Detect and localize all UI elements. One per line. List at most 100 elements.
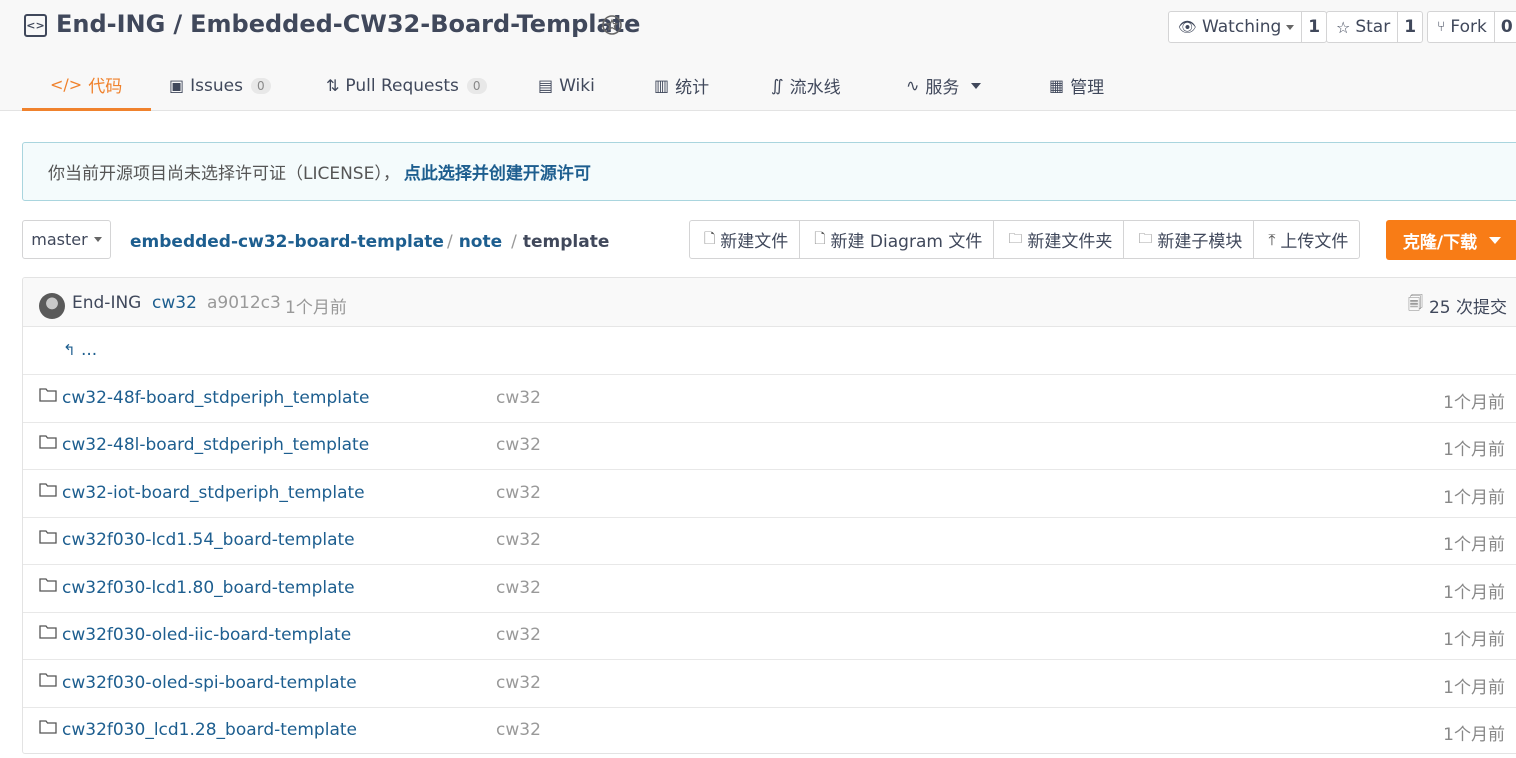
folder-name-link[interactable]: cw32-48l-board_stdperiph_template <box>62 435 369 455</box>
chevron-down-icon <box>1489 236 1502 244</box>
tab-label: 管理 <box>1070 78 1105 98</box>
tab-manage[interactable]: ▦ 管理 <box>1049 60 1104 111</box>
tab-label: Wiki <box>559 75 595 96</box>
folder-icon <box>39 435 57 449</box>
eye-icon: 👁 <box>1178 18 1198 36</box>
repo-header: <> End-ING / Embedded-CW32-Board-Template … <box>0 0 1516 111</box>
breadcrumb: embedded-cw32-board-template / note / templa… <box>130 232 609 252</box>
upload-icon: ⤒ <box>1268 229 1276 249</box>
table-row[interactable]: cw32-iot-board_stdperiph_template cw32 1… <box>23 470 1516 518</box>
commit-message-link[interactable]: cw32 <box>496 720 541 740</box>
table-row[interactable]: cw32f030_lcd1.28_board-template cw32 1个月… <box>23 707 1516 753</box>
settings-doc-icon: ▦ <box>1049 76 1065 95</box>
tab-issues[interactable]: ▣ Issues 0 <box>169 60 271 111</box>
chevron-down-icon <box>93 237 102 242</box>
commit-message-link[interactable]: cw32 <box>496 673 541 693</box>
new-diagram-button[interactable]: 🗋 新建 Diagram 文件 <box>799 221 993 258</box>
commit-message-link[interactable]: cw32 <box>152 293 197 313</box>
new-submodule-button[interactable]: 🗀 新建子模块 <box>1123 221 1253 258</box>
breadcrumb-repo-link[interactable]: embedded-cw32-board-template <box>130 232 444 252</box>
latest-commit-bar: End-ING cw32 a9012c3 1个月前 🗐 25 次提交 <box>23 278 1516 327</box>
breadcrumb-separator: / <box>446 232 453 252</box>
table-row[interactable]: cw32-48l-board_stdperiph_template cw32 1… <box>23 422 1516 470</box>
fork-icon: ⑂ <box>1437 19 1446 35</box>
commit-sha-link[interactable]: a9012c3 <box>207 293 281 313</box>
star-count[interactable]: 1 <box>1397 12 1422 42</box>
folder-name-link[interactable]: cw32f030-lcd1.54_board-template <box>62 530 355 550</box>
tab-code[interactable]: </> 代码 <box>22 60 152 111</box>
parent-dir-label: ... <box>80 340 98 360</box>
clone-download-button[interactable]: 克隆/下载 <box>1386 220 1516 260</box>
breadcrumb-note-link[interactable]: note <box>459 232 502 252</box>
folder-name-link[interactable]: cw32f030-oled-spi-board-template <box>62 673 357 693</box>
folder-name-link[interactable]: cw32f030-oled-iic-board-template <box>62 625 351 645</box>
table-row[interactable]: cw32f030-lcd1.54_board-template cw32 1个月… <box>23 517 1516 565</box>
commit-count-link[interactable]: 🗐 25 次提交 <box>1408 293 1507 318</box>
parent-dir-row[interactable]: ↰ ... <box>23 327 1516 375</box>
title-separator: / <box>173 10 183 38</box>
tab-label: Issues <box>190 75 243 96</box>
action-label: 新建文件 <box>720 232 789 252</box>
tab-pull-requests[interactable]: ⇅ Pull Requests 0 <box>326 60 487 111</box>
commit-message-link[interactable]: cw32 <box>496 578 541 598</box>
folder-name-link[interactable]: cw32-48f-board_stdperiph_template <box>62 388 370 408</box>
upload-file-button[interactable]: ⤒ 上传文件 <box>1253 221 1359 258</box>
commit-message-link[interactable]: cw32 <box>496 625 541 645</box>
tab-stats[interactable]: ▥ 统计 <box>654 60 709 111</box>
folder-name-link[interactable]: cw32f030-lcd1.80_board-template <box>62 578 355 598</box>
new-folder-button[interactable]: 🗀 新建文件夹 <box>993 221 1123 258</box>
commit-message-link[interactable]: cw32 <box>496 483 541 503</box>
commit-time: 1个月前 <box>1443 583 1505 603</box>
watch-button[interactable]: 👁 Watching 1 <box>1168 11 1328 43</box>
new-folder-icon: 🗀 <box>1008 230 1023 247</box>
pipeline-icon: ∬ <box>771 76 784 95</box>
tab-services[interactable]: ∿ 服务 <box>906 60 982 111</box>
file-list: End-ING cw32 a9012c3 1个月前 🗐 25 次提交 ↰ ... … <box>22 277 1516 754</box>
branch-selector[interactable]: master <box>22 220 111 259</box>
tab-pipeline[interactable]: ∬ 流水线 <box>771 60 841 111</box>
fork-count[interactable]: 0 <box>1493 12 1516 42</box>
reply-arrow-icon: ↰ <box>63 341 76 359</box>
folder-icon <box>39 720 57 734</box>
fork-label: Fork <box>1450 17 1487 37</box>
license-notice-text: 你当前开源项目尚未选择许可证（LICENSE）， <box>48 164 400 184</box>
avatar[interactable] <box>39 293 65 319</box>
folder-icon <box>39 388 57 402</box>
commit-time: 1个月前 <box>1443 725 1505 745</box>
commit-message-link[interactable]: cw32 <box>496 435 541 455</box>
new-file-icon: 🗋 <box>704 230 716 247</box>
star-icon: ☆ <box>1336 17 1351 37</box>
watch-count[interactable]: 1 <box>1301 12 1326 42</box>
create-license-link[interactable]: 点此选择并创建开源许可 <box>404 159 591 184</box>
parent-dir-link[interactable]: ↰ ... <box>63 340 97 360</box>
tab-wiki[interactable]: ▤ Wiki <box>538 60 595 111</box>
fork-button[interactable]: ⑂ Fork 0 <box>1427 11 1516 43</box>
commit-time: 1个月前 <box>1443 678 1505 698</box>
commit-message-link[interactable]: cw32 <box>496 530 541 550</box>
pr-count-badge: 0 <box>466 77 487 94</box>
breadcrumb-current: template <box>522 232 610 252</box>
issues-count-badge: 0 <box>250 77 271 94</box>
repo-owner-link[interactable]: End-ING <box>56 10 165 38</box>
commit-author-link[interactable]: End-ING <box>72 293 141 313</box>
table-row[interactable]: cw32f030-lcd1.80_board-template cw32 1个月… <box>23 565 1516 613</box>
tab-label: 流水线 <box>789 78 841 98</box>
star-button[interactable]: ☆ Star 1 <box>1326 11 1424 43</box>
new-file-button[interactable]: 🗋 新建文件 <box>690 221 799 258</box>
table-row[interactable]: cw32-48f-board_stdperiph_template cw32 1… <box>23 375 1516 423</box>
tab-label: Pull Requests <box>345 75 459 96</box>
commit-message-link[interactable]: cw32 <box>496 388 541 408</box>
watch-label: Watching <box>1202 17 1282 37</box>
commit-time: 1个月前 <box>285 298 347 318</box>
history-icon: 🗐 <box>1407 294 1423 312</box>
table-row[interactable]: cw32f030-oled-spi-board-template cw32 1个… <box>23 660 1516 708</box>
table-row[interactable]: cw32f030-oled-iic-board-template cw32 1个… <box>23 612 1516 660</box>
breadcrumb-separator: / <box>511 232 517 252</box>
commit-time: 1个月前 <box>1443 630 1505 650</box>
folder-icon <box>39 530 57 544</box>
commit-time: 1个月前 <box>1443 393 1505 413</box>
repo-name-link[interactable]: Embedded-CW32-Board-Template <box>190 10 640 38</box>
folder-name-link[interactable]: cw32f030_lcd1.28_board-template <box>62 720 357 740</box>
folder-name-link[interactable]: cw32-iot-board_stdperiph_template <box>62 483 365 503</box>
wiki-icon: ▤ <box>538 76 554 95</box>
